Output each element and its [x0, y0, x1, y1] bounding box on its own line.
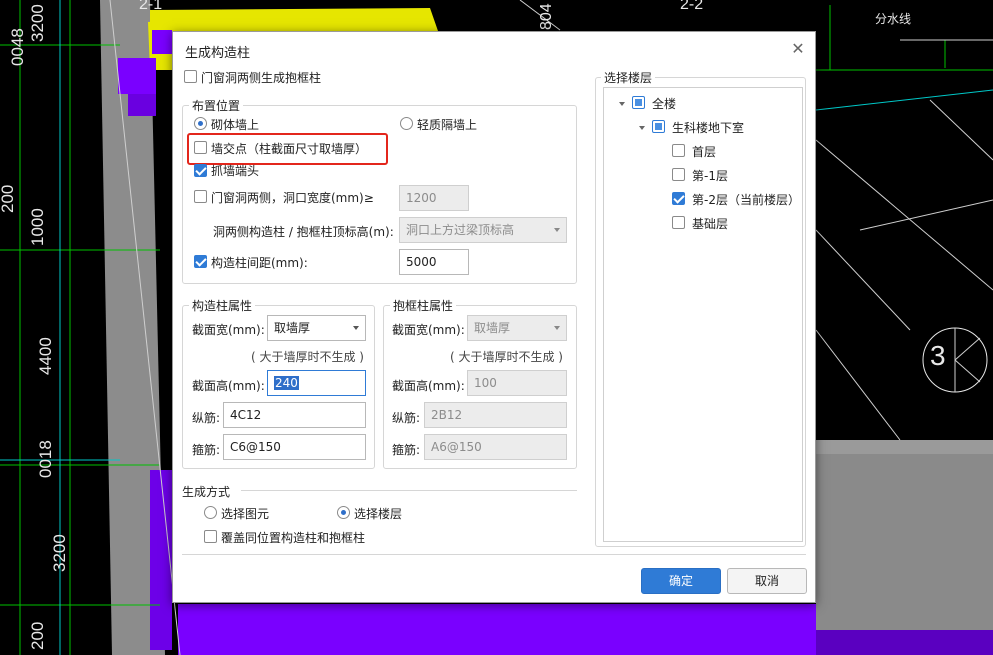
pick-elements-label: 选择图元: [221, 507, 270, 521]
column-props-title: 构造柱属性: [189, 297, 256, 314]
frame-height-input[interactable]: 100: [467, 370, 567, 396]
generate-mode-title: 生成方式: [182, 485, 231, 499]
overwrite-checkbox[interactable]: [204, 530, 217, 543]
frame-long-bar-label: 纵筋:: [392, 411, 421, 425]
floor-select-title: 选择楼层: [601, 69, 656, 86]
pick-floors-label: 选择楼层: [354, 507, 403, 521]
dimension-label: 1000: [28, 208, 47, 246]
column-long-bar-input[interactable]: 4C12: [223, 402, 366, 428]
column-long-bar-label: 纵筋:: [192, 411, 221, 425]
column-width-value: 取墙厚: [274, 321, 311, 335]
frame-width-note: ( 大于墙厚时不生成 ): [450, 350, 563, 364]
dimension-label: 200: [0, 184, 17, 213]
footer-divider: [182, 554, 806, 555]
light-partition-radio[interactable]: [400, 117, 413, 130]
floor-checkbox[interactable]: [672, 192, 685, 205]
annotation-label: 分水线: [875, 12, 912, 26]
top-elevation-label: 洞两侧构造柱 / 抱框柱顶标高(m):: [213, 225, 394, 239]
column-spacing-input[interactable]: 5000: [399, 249, 469, 275]
column-stirrup-label: 箍筋:: [192, 443, 221, 457]
column-spacing-label: 构造柱间距(mm):: [211, 256, 308, 270]
generate-mode-divider: [241, 490, 577, 491]
opening-sides-label: 门窗洞两侧，洞口宽度(mm)≥: [211, 191, 374, 205]
frame-width-label: 截面宽(mm):: [392, 323, 465, 337]
column-width-select[interactable]: 取墙厚: [267, 315, 366, 341]
frame-stirrup-label: 箍筋:: [392, 443, 421, 457]
masonry-wall-label: 砌体墙上: [211, 118, 260, 132]
floor-tree-root-label: 全楼: [652, 97, 677, 111]
frame-stirrup-input[interactable]: A6@150: [424, 434, 567, 460]
door-window-frame-checkbox[interactable]: [184, 70, 197, 83]
chevron-down-icon: [554, 228, 560, 232]
opening-width-input[interactable]: 1200: [399, 185, 469, 211]
floor-label: 首层: [692, 145, 717, 159]
column-width-note: ( 大于墙厚时不生成 ): [251, 350, 364, 364]
column-height-input[interactable]: 240: [267, 370, 366, 396]
pick-floors-radio[interactable]: [337, 506, 350, 519]
door-window-frame-label: 门窗洞两侧生成抱框柱: [201, 71, 322, 85]
grid-label: 2-2: [680, 0, 704, 13]
frame-height-label: 截面高(mm):: [392, 379, 465, 393]
dimension-label: 3200: [28, 4, 47, 42]
frame-props-title: 抱框柱属性: [390, 297, 457, 314]
generate-constructional-column-dialog: 生成构造柱 ✕ 门窗洞两侧生成抱框柱 布置位置 砌体墙上 轻质隔墙上 墙交点（柱…: [172, 31, 816, 603]
top-elevation-value: 洞口上方过梁顶标高: [406, 223, 515, 237]
wall-end-checkbox[interactable]: [194, 164, 207, 177]
light-partition-label: 轻质隔墙上: [417, 118, 478, 132]
chevron-down-icon: [353, 326, 359, 330]
frame-long-bar-input[interactable]: 2B12: [424, 402, 567, 428]
floor-checkbox[interactable]: [672, 216, 685, 229]
wall-end-label: 抓墙端头: [211, 164, 260, 178]
floor-label: 第-2层（当前楼层）: [692, 193, 800, 207]
grid-label: 2-1: [139, 0, 163, 13]
floor-checkbox[interactable]: [672, 144, 685, 157]
floor-tree: 全楼 生科楼地下室 首层 第-1层 第-2层（当前楼层） 基础层: [603, 87, 803, 542]
column-stirrup-input[interactable]: C6@150: [223, 434, 366, 460]
masonry-wall-radio[interactable]: [194, 117, 207, 130]
floor-checkbox[interactable]: [672, 168, 685, 181]
floor-label: 基础层: [692, 217, 729, 231]
dimension-label: 804: [538, 3, 555, 30]
dimension-label: 200: [28, 621, 47, 650]
column-height-label: 截面高(mm):: [192, 379, 265, 393]
floor-label: 第-1层: [692, 169, 728, 183]
expand-icon[interactable]: [639, 126, 645, 130]
frame-width-select[interactable]: 取墙厚: [467, 315, 567, 341]
cancel-button[interactable]: 取消: [727, 568, 807, 594]
top-elevation-select[interactable]: 洞口上方过梁顶标高: [399, 217, 567, 243]
dimension-label: 3200: [50, 534, 69, 572]
close-icon[interactable]: ✕: [789, 40, 807, 58]
dimension-label: 4400: [36, 337, 55, 375]
column-spacing-checkbox[interactable]: [194, 255, 207, 268]
placement-group-title: 布置位置: [189, 97, 244, 114]
highlight-box: [187, 133, 388, 165]
dimension-label: 0048: [8, 28, 27, 66]
chevron-down-icon: [554, 326, 560, 330]
expand-icon[interactable]: [619, 102, 625, 106]
building-label: 生科楼地下室: [672, 121, 745, 135]
opening-sides-checkbox[interactable]: [194, 190, 207, 203]
overwrite-label: 覆盖同位置构造柱和抱框柱: [221, 531, 366, 545]
column-width-label: 截面宽(mm):: [192, 323, 265, 337]
grid-circle-label: 3: [930, 340, 946, 371]
pick-elements-radio[interactable]: [204, 506, 217, 519]
dimension-label: 0018: [36, 440, 55, 478]
frame-width-value: 取墙厚: [474, 321, 511, 335]
column-height-value: 240: [274, 376, 299, 390]
building-checkbox[interactable]: [652, 120, 665, 133]
floor-tree-root-checkbox[interactable]: [632, 96, 645, 109]
ok-button[interactable]: 确定: [641, 568, 721, 594]
dialog-title: 生成构造柱: [185, 46, 251, 61]
